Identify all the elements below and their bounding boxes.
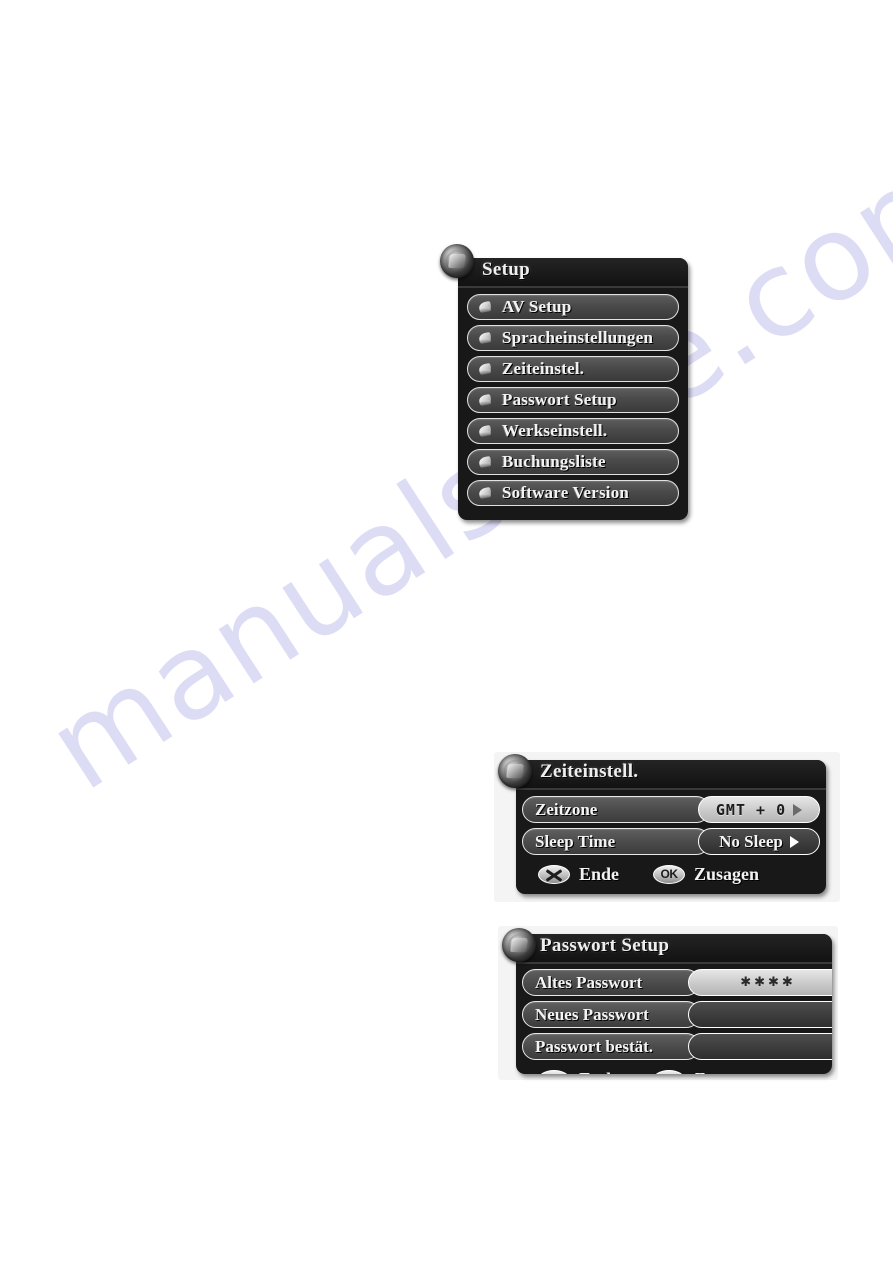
- exit-button[interactable]: X Ende: [538, 864, 619, 885]
- menu-item-av-setup[interactable]: AV Setup: [467, 294, 679, 320]
- sphere-glyph: [506, 764, 524, 778]
- exit-button[interactable]: X Ende: [538, 1069, 619, 1075]
- menu-item-label: Software Version: [502, 483, 630, 502]
- setting-row-sleep-time[interactable]: Sleep Time No Sleep: [522, 828, 820, 855]
- manual-page: manualshive.com Setup AV Setup Sprachein…: [0, 0, 893, 1263]
- setup-menu-panel: Setup AV Setup Spracheinstellungen Zeite…: [440, 244, 690, 522]
- menu-item-zeiteinstel[interactable]: Zeiteinstel.: [467, 356, 679, 382]
- x-badge-icon: X: [538, 1069, 570, 1074]
- setting-row-altes-passwort[interactable]: Altes Passwort ✱✱✱✱: [522, 969, 832, 996]
- setup-menu-titlebar: Setup: [458, 258, 688, 288]
- password-setup-panel: Passwort Setup Altes Passwort ✱✱✱✱ Neues…: [498, 926, 838, 1080]
- sphere-badge-icon: [440, 244, 474, 278]
- sleep-time-value: No Sleep: [719, 831, 783, 851]
- time-settings-panel: Zeiteinstell. Zeitzone GMT + 0 Sleep Tim…: [494, 752, 840, 902]
- menu-item-label: Zeiteinstel.: [502, 359, 585, 378]
- menu-item-passwort-setup[interactable]: Passwort Setup: [467, 387, 679, 413]
- menu-item-buchungsliste[interactable]: Buchungsliste: [467, 449, 679, 475]
- leaf-icon: [478, 424, 493, 438]
- menu-item-label: Buchungsliste: [502, 452, 606, 471]
- sphere-badge-icon: [502, 928, 536, 962]
- altes-passwort-value: ✱✱✱✱: [740, 975, 796, 990]
- password-setup-body: Passwort Setup Altes Passwort ✱✱✱✱ Neues…: [516, 934, 832, 1074]
- menu-item-software-version[interactable]: Software Version: [467, 480, 679, 506]
- setting-label: Sleep Time: [535, 831, 616, 851]
- setting-label: Passwort bestät.: [535, 1036, 654, 1056]
- password-setup-title: Passwort Setup: [540, 935, 670, 956]
- time-settings-body: Zeiteinstell. Zeitzone GMT + 0 Sleep Tim…: [516, 760, 826, 894]
- menu-item-label: Passwort Setup: [502, 390, 617, 409]
- menu-item-werkseinstell[interactable]: Werkseinstell.: [467, 418, 679, 444]
- setting-label-wrap: Altes Passwort: [522, 969, 700, 996]
- setting-row-zeitzone[interactable]: Zeitzone GMT + 0: [522, 796, 820, 823]
- setting-label: Zeitzone: [535, 799, 598, 819]
- leaf-icon: [478, 486, 493, 500]
- leaf-icon: [478, 300, 493, 314]
- sphere-badge-icon: [498, 754, 532, 788]
- exit-label: Ende: [579, 863, 620, 884]
- setting-row-passwort-bestaet[interactable]: Passwort bestät.: [522, 1033, 832, 1060]
- setup-menu-body: Setup AV Setup Spracheinstellungen Zeite…: [458, 258, 688, 520]
- x-badge-icon: X: [538, 864, 570, 884]
- setup-menu-items: AV Setup Spracheinstellungen Zeiteinstel…: [458, 288, 688, 515]
- leaf-icon: [478, 455, 493, 469]
- setting-label: Neues Passwort: [535, 1004, 649, 1024]
- ok-badge-icon: OK: [653, 1069, 686, 1074]
- setting-label-wrap: Passwort bestät.: [522, 1033, 700, 1060]
- zeitzone-value: GMT + 0: [715, 800, 787, 819]
- setting-label-wrap: Neues Passwort: [522, 1001, 700, 1028]
- leaf-icon: [478, 362, 493, 376]
- password-setup-footer: X Ende OK Zusagen: [522, 1065, 832, 1074]
- setting-label-wrap: Zeitzone: [522, 796, 710, 823]
- altes-passwort-field[interactable]: ✱✱✱✱: [688, 969, 832, 996]
- time-settings-titlebar: Zeiteinstell.: [516, 760, 826, 790]
- menu-item-label: Spracheinstellungen: [502, 328, 654, 347]
- setting-label: Altes Passwort: [535, 972, 643, 992]
- ok-badge-icon: OK: [653, 864, 686, 884]
- sphere-glyph: [510, 938, 528, 952]
- menu-item-spracheinstellungen[interactable]: Spracheinstellungen: [467, 325, 679, 351]
- confirm-button[interactable]: OK Zusagen: [653, 864, 759, 885]
- confirm-button[interactable]: OK Zusagen: [653, 1069, 759, 1075]
- password-setup-titlebar: Passwort Setup: [516, 934, 832, 964]
- confirm-label: Zusagen: [694, 1069, 759, 1075]
- menu-item-label: Werkseinstell.: [502, 421, 608, 440]
- setup-menu-title: Setup: [482, 259, 530, 280]
- menu-item-label: AV Setup: [502, 297, 572, 316]
- passwort-bestaet-field[interactable]: [688, 1033, 832, 1060]
- leaf-icon: [478, 393, 493, 407]
- setting-label-wrap: Sleep Time: [522, 828, 710, 855]
- confirm-label: Zusagen: [694, 863, 760, 884]
- leaf-icon: [478, 331, 493, 345]
- time-settings-footer: X Ende OK Zusagen: [522, 860, 820, 888]
- password-setup-rows: Altes Passwort ✱✱✱✱ Neues Passwort Passw…: [516, 964, 832, 1074]
- chevron-right-icon[interactable]: [793, 803, 803, 816]
- time-settings-title: Zeiteinstell.: [540, 761, 639, 782]
- exit-label: Ende: [579, 1069, 619, 1075]
- neues-passwort-field[interactable]: [688, 1001, 832, 1028]
- zeitzone-value-field[interactable]: GMT + 0: [698, 796, 820, 823]
- sphere-glyph: [448, 254, 466, 268]
- chevron-right-icon[interactable]: [789, 835, 799, 848]
- time-settings-rows: Zeitzone GMT + 0 Sleep Time No Sleep End…: [516, 790, 826, 892]
- sleep-time-value-field[interactable]: No Sleep: [698, 828, 820, 855]
- setting-row-neues-passwort[interactable]: Neues Passwort: [522, 1001, 832, 1028]
